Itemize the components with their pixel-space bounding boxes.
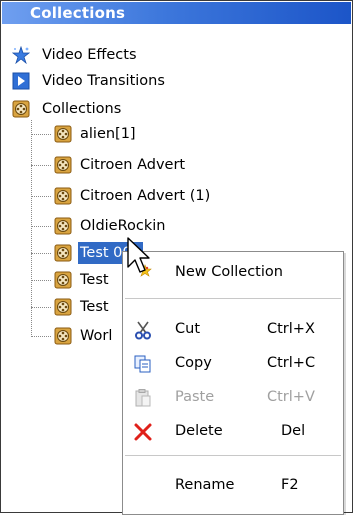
tree-connector — [31, 134, 51, 135]
film-reel-icon — [54, 125, 72, 143]
tree-item-collection[interactable]: OldieRockin — [54, 215, 254, 237]
menu-item-copy[interactable]: Copy Ctrl+C — [123, 346, 343, 380]
film-reel-icon — [54, 187, 72, 205]
menu-item-label: Copy — [175, 355, 212, 371]
tree-item-label: Test — [80, 299, 109, 315]
film-reel-icon — [54, 271, 72, 289]
tree-item-label: OldieRockin — [80, 218, 166, 234]
menu-item-label: Delete — [175, 423, 223, 439]
menu-item-label: New Collection — [175, 264, 283, 280]
star-icon — [12, 46, 30, 64]
tree-item-label: Worl — [80, 328, 113, 344]
menu-item-cut[interactable]: Cut Ctrl+X — [123, 312, 343, 346]
menu-separator — [125, 298, 341, 299]
context-menu: New Collection Cut Ctrl+X Copy Ctrl+C Pa… — [122, 251, 344, 515]
film-reel-icon — [54, 298, 72, 316]
menu-item-shortcut: Ctrl+V — [267, 389, 315, 405]
tree-connector — [31, 165, 51, 166]
transition-icon — [12, 72, 30, 90]
paste-icon — [135, 389, 151, 407]
menu-item-label: Cut — [175, 321, 200, 337]
scissors-icon — [135, 321, 151, 340]
tree-connector — [31, 226, 51, 227]
mouse-cursor-icon — [127, 237, 150, 273]
tree-item-label: Test — [80, 272, 109, 288]
tree-item-collection[interactable]: alien[1] — [54, 123, 254, 145]
menu-item-new-collection[interactable]: New Collection — [123, 255, 343, 289]
tree-item-label: Citroen Advert (1) — [80, 188, 211, 204]
menu-item-shortcut: Ctrl+C — [267, 355, 316, 371]
copy-icon — [134, 355, 151, 373]
tree-item-video-effects[interactable]: Video Effects — [12, 44, 212, 66]
menu-item-delete[interactable]: Delete Del — [123, 414, 343, 448]
menu-separator — [125, 455, 341, 456]
menu-item-label: Paste — [175, 389, 215, 405]
tree-connector — [31, 196, 51, 197]
tree-connector — [31, 336, 51, 337]
tree-item-collection[interactable]: Citroen Advert (1) — [54, 185, 254, 207]
tree-connector — [31, 307, 51, 308]
film-reel-icon — [54, 217, 72, 235]
menu-item-shortcut: F2 — [281, 477, 299, 493]
tree-item-label: alien[1] — [80, 126, 136, 142]
tree-item-video-transitions[interactable]: Video Transitions — [12, 70, 212, 92]
film-reel-icon — [54, 244, 72, 262]
tree-item-label: Collections — [42, 101, 122, 117]
tree-item-collections[interactable]: Collections — [12, 98, 212, 120]
tree-item-collection[interactable]: Citroen Advert — [54, 154, 254, 176]
menu-item-label: Rename — [175, 477, 235, 493]
film-reel-icon — [12, 100, 30, 118]
menu-item-shortcut: Ctrl+X — [267, 321, 315, 337]
menu-item-shortcut: Del — [281, 423, 306, 439]
menu-item-rename[interactable]: Rename F2 — [123, 468, 343, 502]
menu-item-paste[interactable]: Paste Ctrl+V — [123, 380, 343, 414]
tree-connector — [31, 120, 32, 337]
tree-connector — [31, 280, 51, 281]
delete-icon — [134, 423, 152, 441]
film-reel-icon — [54, 156, 72, 174]
tree-item-label: Video Transitions — [42, 73, 165, 89]
tree-item-label: Citroen Advert — [80, 157, 186, 173]
tree-connector — [31, 253, 51, 254]
tree-item-label: Video Effects — [42, 47, 137, 63]
film-reel-icon — [54, 327, 72, 345]
